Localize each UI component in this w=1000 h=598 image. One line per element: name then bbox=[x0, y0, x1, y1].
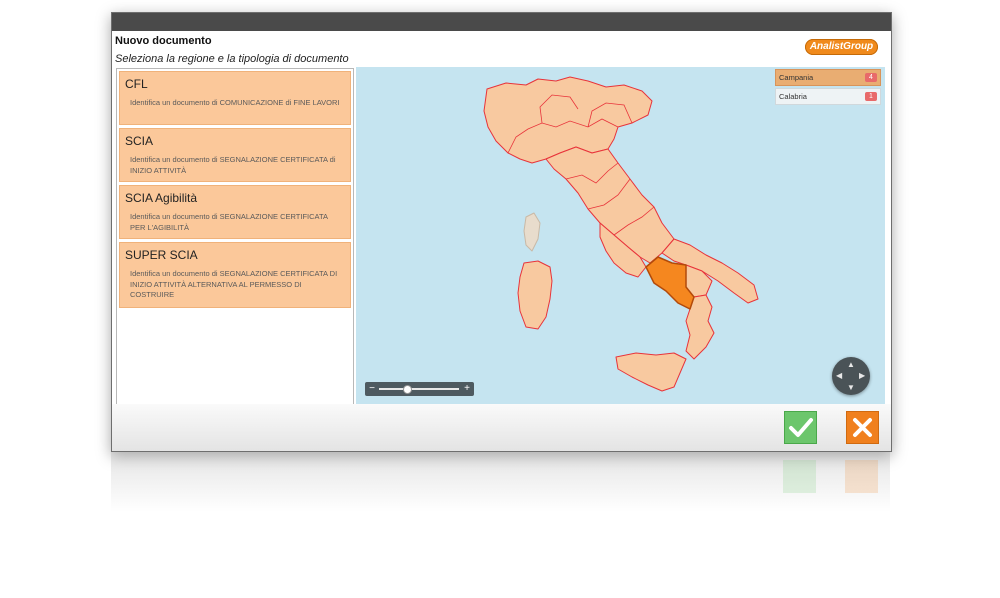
dialog-title: Nuovo documento bbox=[115, 35, 212, 47]
selected-regions-list: Campania 4 Calabria 1 bbox=[775, 69, 881, 107]
document-name: SCIA Agibilità bbox=[125, 191, 198, 205]
pan-control[interactable]: ▲ ▼ ◀ ▶ bbox=[832, 357, 870, 395]
document-description: Identifica un documento di COMUNICAZIONE… bbox=[130, 98, 340, 107]
document-description: Identifica un documento di SEGNALAZIONE … bbox=[130, 269, 338, 299]
pan-right-icon[interactable]: ▶ bbox=[859, 372, 865, 380]
region-row-campania[interactable]: Campania 4 bbox=[775, 69, 881, 86]
document-card-scia[interactable]: SCIA Identifica un documento di SEGNALAZ… bbox=[119, 128, 351, 182]
region-sicilia[interactable] bbox=[615, 352, 687, 392]
region-sardegna[interactable] bbox=[517, 260, 553, 330]
window-reflection bbox=[111, 452, 890, 512]
region-name: Calabria bbox=[779, 92, 807, 101]
reflection-confirm bbox=[783, 460, 816, 493]
reflection-cancel bbox=[845, 460, 878, 493]
pan-left-icon[interactable]: ◀ bbox=[836, 372, 842, 380]
dialog-footer bbox=[112, 404, 891, 451]
document-name: CFL bbox=[125, 77, 148, 91]
italy-map-svg[interactable] bbox=[356, 67, 885, 404]
dialog-subtitle: Seleziona la regione e la tipologia di d… bbox=[115, 53, 349, 65]
document-name: SCIA bbox=[125, 134, 154, 148]
document-type-list: CFL Identifica un documento di COMUNICAZ… bbox=[116, 68, 354, 406]
zoom-out-button[interactable]: − bbox=[367, 382, 377, 396]
cancel-button[interactable] bbox=[846, 411, 879, 444]
check-icon bbox=[789, 418, 813, 437]
region-row-calabria[interactable]: Calabria 1 bbox=[775, 88, 881, 105]
document-description: Identifica un documento di SEGNALAZIONE … bbox=[130, 212, 328, 232]
region-name: Campania bbox=[779, 73, 814, 82]
confirm-button[interactable] bbox=[784, 411, 817, 444]
dialog-window: Nuovo documento Seleziona la regione e l… bbox=[111, 12, 892, 452]
document-card-scia-agibilita[interactable]: SCIA Agibilità Identifica un documento d… bbox=[119, 185, 351, 239]
document-description: Identifica un documento di SEGNALAZIONE … bbox=[130, 155, 336, 175]
pan-up-icon[interactable]: ▲ bbox=[847, 361, 855, 369]
pan-down-icon[interactable]: ▼ bbox=[847, 384, 855, 392]
document-name: SUPER SCIA bbox=[125, 248, 198, 262]
document-card-cfl[interactable]: CFL Identifica un documento di COMUNICAZ… bbox=[119, 71, 351, 125]
zoom-control: − + bbox=[365, 382, 474, 396]
zoom-slider-handle[interactable] bbox=[403, 385, 412, 394]
window-titlebar[interactable] bbox=[112, 13, 891, 31]
document-card-super-scia[interactable]: SUPER SCIA Identifica un documento di SE… bbox=[119, 242, 351, 308]
italy-map[interactable]: Campania 4 Calabria 1 − + ▲ ▼ ◀ ▶ bbox=[356, 67, 885, 404]
zoom-in-button[interactable]: + bbox=[462, 382, 472, 396]
company-logo: AnalistGroup bbox=[805, 39, 878, 55]
zoom-slider-track[interactable] bbox=[379, 388, 459, 390]
x-icon bbox=[853, 418, 872, 437]
region-count-badge: 1 bbox=[865, 92, 877, 101]
island-corsica bbox=[523, 212, 541, 252]
region-count-badge: 4 bbox=[865, 73, 877, 82]
